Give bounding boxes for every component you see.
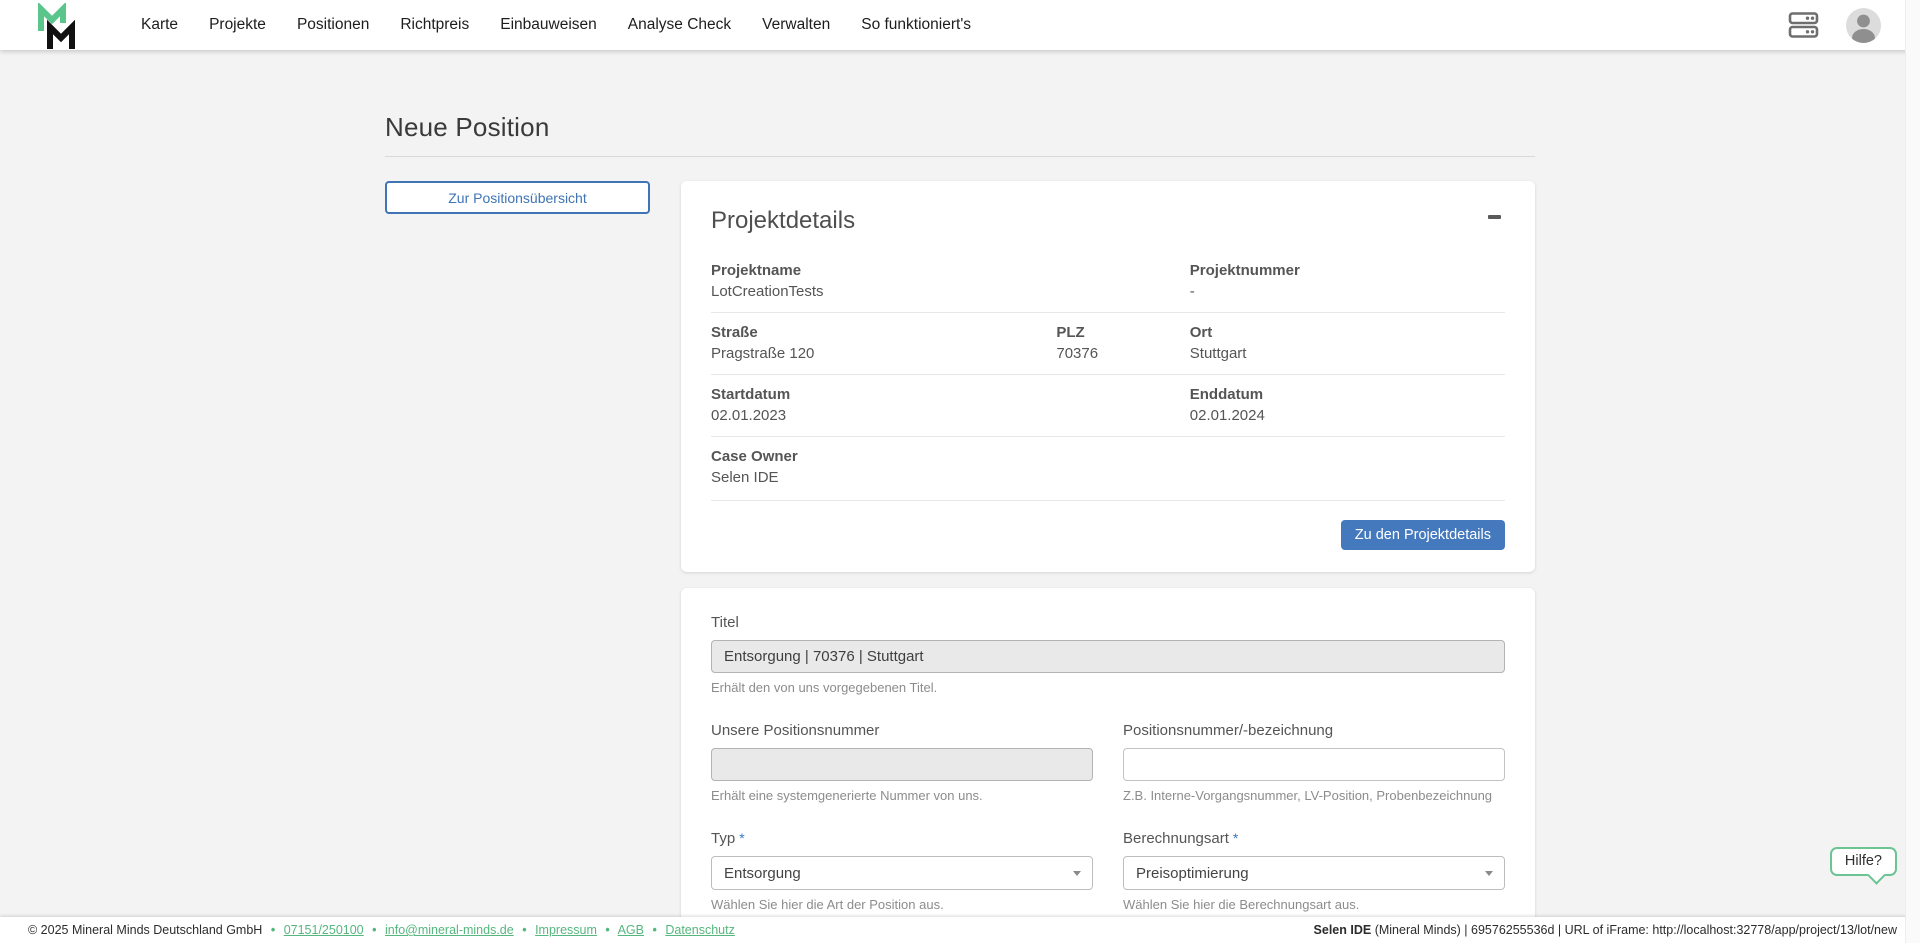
- nav-item-positionen[interactable]: Positionen: [297, 16, 369, 34]
- required-marker: *: [1233, 830, 1238, 846]
- nav-item-karte[interactable]: Karte: [141, 16, 178, 34]
- projektnummer-label: Projektnummer: [1190, 262, 1505, 279]
- titel-helper: Erhält den von uns vorgegebenen Titel.: [711, 680, 1505, 695]
- go-to-project-details-button[interactable]: Zu den Projektdetails: [1341, 520, 1505, 550]
- project-details-card: Projektdetails Projektname LotCreationTe…: [681, 181, 1535, 572]
- plz-label: PLZ: [1056, 324, 1189, 341]
- startdatum-value: 02.01.2023: [711, 407, 1056, 424]
- main-nav: Karte Projekte Positionen Richtpreis Ein…: [141, 16, 971, 34]
- page-title: Neue Position: [385, 112, 1535, 143]
- mineral-minds-logo-icon[interactable]: [37, 3, 87, 49]
- berechnungsart-field: Berechnungsart* Preisoptimierung Wählen …: [1123, 830, 1505, 912]
- typ-select[interactable]: Entsorgung: [711, 856, 1093, 890]
- new-position-form-card: Titel Erhält den von uns vorgegebenen Ti…: [681, 588, 1535, 943]
- scrollbar[interactable]: [1905, 0, 1920, 943]
- project-details-table: Projektname LotCreationTests Projektnumm…: [711, 251, 1505, 498]
- positionsnummer-input[interactable]: [1123, 748, 1505, 781]
- table-row: Case Owner Selen IDE: [711, 436, 1505, 498]
- berechnungsart-helper: Wählen Sie hier die Berechnungsart aus.: [1123, 897, 1505, 912]
- project-card-title: Projektdetails: [711, 207, 855, 235]
- unsere-positionsnummer-helper: Erhält eine systemgenerierte Nummer von …: [711, 788, 1093, 803]
- strasse-value: Pragstraße 120: [711, 345, 1056, 362]
- session-user: Selen IDE: [1314, 923, 1372, 937]
- footer-left: © 2025 Mineral Minds Deutschland GmbH • …: [28, 923, 735, 937]
- separator-dot: •: [522, 923, 526, 937]
- main-content: Neue Position Zur Positionsübersicht Pro…: [385, 0, 1535, 943]
- title-divider: [385, 156, 1535, 157]
- footer: © 2025 Mineral Minds Deutschland GmbH • …: [0, 917, 1920, 943]
- nav-item-verwalten[interactable]: Verwalten: [762, 16, 830, 34]
- berechnungsart-label: Berechnungsart*: [1123, 830, 1505, 847]
- top-navbar: Karte Projekte Positionen Richtpreis Ein…: [0, 0, 1920, 50]
- session-details: (Mineral Minds) | 69576255536d | URL of …: [1371, 923, 1897, 937]
- table-row: Projektname LotCreationTests Projektnumm…: [711, 251, 1505, 312]
- phone-link[interactable]: 07151/250100: [284, 923, 364, 937]
- separator-dot: •: [652, 923, 656, 937]
- agb-link[interactable]: AGB: [618, 923, 644, 937]
- ort-value: Stuttgart: [1190, 345, 1505, 362]
- datenschutz-link[interactable]: Datenschutz: [665, 923, 734, 937]
- positionsnummer-field: Positionsnummer/-bezeichnung Z.B. Intern…: [1123, 722, 1505, 803]
- required-marker: *: [739, 830, 744, 846]
- projektname-value: LotCreationTests: [711, 283, 1056, 300]
- case-owner-value: Selen IDE: [711, 469, 1056, 486]
- strasse-label: Straße: [711, 324, 1056, 341]
- copyright-text: © 2025 Mineral Minds Deutschland GmbH: [28, 923, 262, 937]
- titel-label: Titel: [711, 614, 1505, 631]
- titel-field: Titel Erhält den von uns vorgegebenen Ti…: [711, 614, 1505, 695]
- separator-dot: •: [271, 923, 275, 937]
- typ-label: Typ*: [711, 830, 1093, 847]
- berechnungsart-select[interactable]: Preisoptimierung: [1123, 856, 1505, 890]
- chevron-down-icon: [1485, 871, 1493, 876]
- minus-icon: [1488, 215, 1501, 219]
- positionsnummer-helper: Z.B. Interne-Vorgangsnummer, LV-Position…: [1123, 788, 1505, 803]
- typ-select-value: Entsorgung: [724, 865, 801, 882]
- collapse-card-button[interactable]: [1484, 207, 1505, 227]
- case-owner-label: Case Owner: [711, 448, 1056, 465]
- nav-item-richtpreis[interactable]: Richtpreis: [400, 16, 469, 34]
- positionsnummer-label: Positionsnummer/-bezeichnung: [1123, 722, 1505, 739]
- separator-dot: •: [605, 923, 609, 937]
- chevron-down-icon: [1073, 871, 1081, 876]
- help-button[interactable]: Hilfe?: [1830, 847, 1897, 876]
- left-column: Zur Positionsübersicht: [385, 181, 650, 214]
- projektnummer-value: -: [1190, 283, 1505, 300]
- startdatum-label: Startdatum: [711, 386, 1056, 403]
- plz-value: 70376: [1056, 345, 1189, 362]
- user-avatar[interactable]: [1845, 7, 1882, 44]
- nav-item-projekte[interactable]: Projekte: [209, 16, 266, 34]
- unsere-positionsnummer-label: Unsere Positionsnummer: [711, 722, 1093, 739]
- unsere-positionsnummer-input: [711, 748, 1093, 781]
- separator-dot: •: [372, 923, 376, 937]
- server-stack-icon[interactable]: [1788, 11, 1819, 39]
- typ-field: Typ* Entsorgung Wählen Sie hier die Art …: [711, 830, 1093, 912]
- nav-item-analyse-check[interactable]: Analyse Check: [628, 16, 731, 34]
- berechnungsart-select-value: Preisoptimierung: [1136, 865, 1249, 882]
- right-column: Projektdetails Projektname LotCreationTe…: [681, 181, 1535, 943]
- impressum-link[interactable]: Impressum: [535, 923, 597, 937]
- projektname-label: Projektname: [711, 262, 1056, 279]
- enddatum-value: 02.01.2024: [1190, 407, 1505, 424]
- ort-label: Ort: [1190, 324, 1505, 341]
- titel-input: [711, 640, 1505, 673]
- email-link[interactable]: info@mineral-minds.de: [385, 923, 514, 937]
- table-row: Straße Pragstraße 120 PLZ 70376 Ort Stut…: [711, 312, 1505, 374]
- enddatum-label: Enddatum: [1190, 386, 1505, 403]
- session-info: Selen IDE (Mineral Minds) | 69576255536d…: [1314, 923, 1897, 937]
- back-to-positions-button[interactable]: Zur Positionsübersicht: [385, 181, 650, 214]
- nav-item-so-funktionierts[interactable]: So funktioniert's: [861, 16, 971, 34]
- typ-helper: Wählen Sie hier die Art der Position aus…: [711, 897, 1093, 912]
- unsere-positionsnummer-field: Unsere Positionsnummer Erhält eine syste…: [711, 722, 1093, 803]
- table-row: Startdatum 02.01.2023 Enddatum 02.01.202…: [711, 374, 1505, 436]
- nav-item-einbauweisen[interactable]: Einbauweisen: [500, 16, 597, 34]
